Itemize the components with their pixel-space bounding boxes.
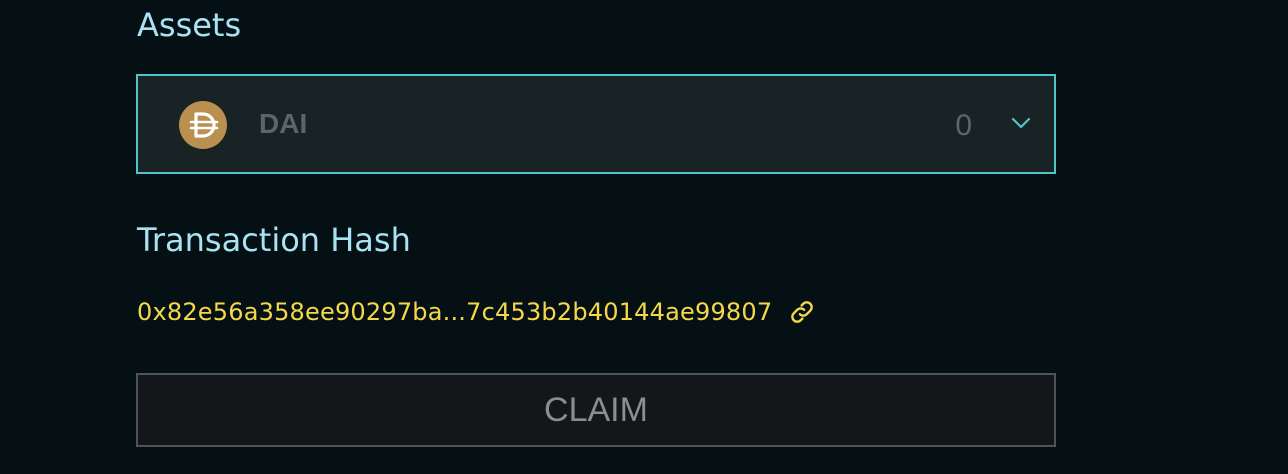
chevron-down-icon[interactable] [1010, 115, 1032, 131]
assets-label: Assets [137, 6, 242, 44]
token-balance: 0 [955, 109, 972, 142]
token-symbol: DAI [259, 108, 308, 139]
claim-button[interactable]: CLAIM [136, 373, 1056, 447]
asset-select[interactable]: DAI 0 [136, 74, 1056, 174]
transaction-hash-label: Transaction Hash [137, 221, 411, 259]
dai-token-icon [179, 101, 227, 149]
link-icon[interactable] [789, 299, 815, 325]
transaction-hash-value: 0x82e56a358ee90297ba...7c453b2b40144ae99… [137, 298, 773, 326]
transaction-hash-row: 0x82e56a358ee90297ba...7c453b2b40144ae99… [137, 296, 815, 328]
